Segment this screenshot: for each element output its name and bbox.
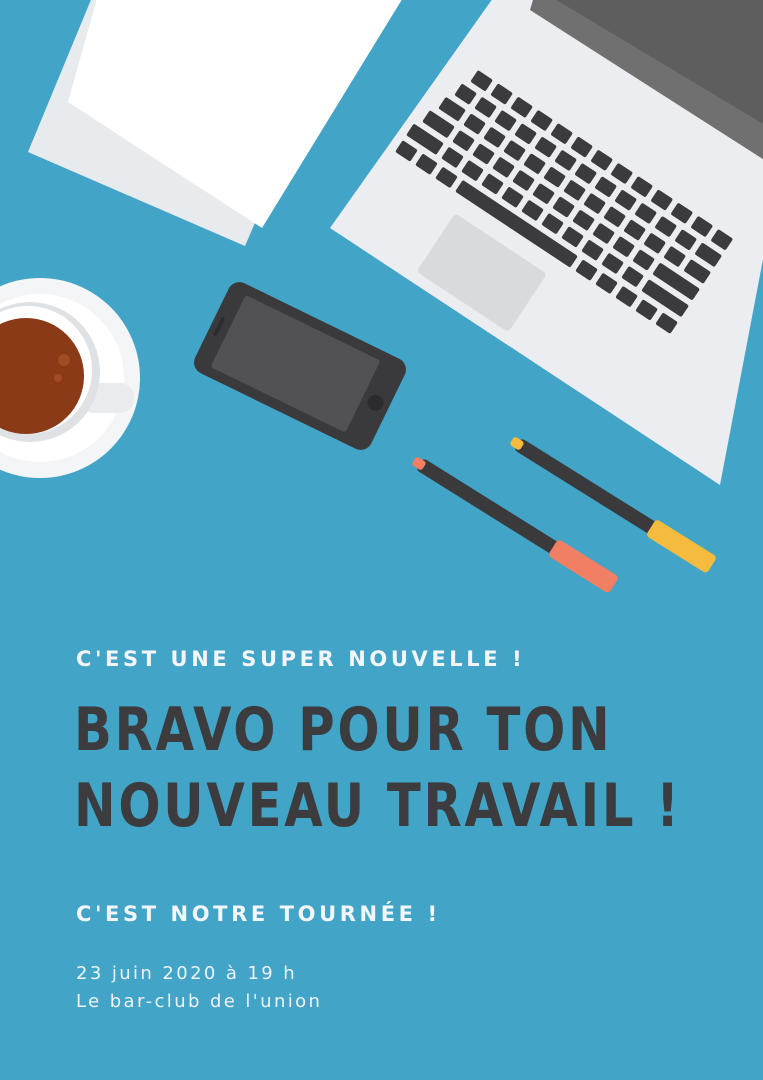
poster: C'EST UNE SUPER NOUVELLE ! BRAVO POUR TO… [0,0,763,1080]
event-venue: Le bar-club de l'union [76,991,323,1012]
pen-icon [412,457,618,593]
event-date-time: 23 juin 2020 à 19 h [76,963,298,984]
smartphone-icon [194,282,406,450]
headline: BRAVO POUR TON NOUVEAU TRAVAIL ! [74,692,700,844]
coffee-cup-icon [0,278,140,478]
headline-line-2: NOUVEAU TRAVAIL ! [74,771,682,841]
laptop-icon [330,0,763,485]
invite-text: C'EST NOTRE TOURNÉE ! [76,902,441,926]
tagline: C'EST UNE SUPER NOUVELLE ! [76,647,526,671]
headline-line-1: BRAVO POUR TON [74,695,613,765]
desk-illustration [0,0,763,593]
event-details: 23 juin 2020 à 19 h Le bar-club de l'uni… [76,960,322,1016]
